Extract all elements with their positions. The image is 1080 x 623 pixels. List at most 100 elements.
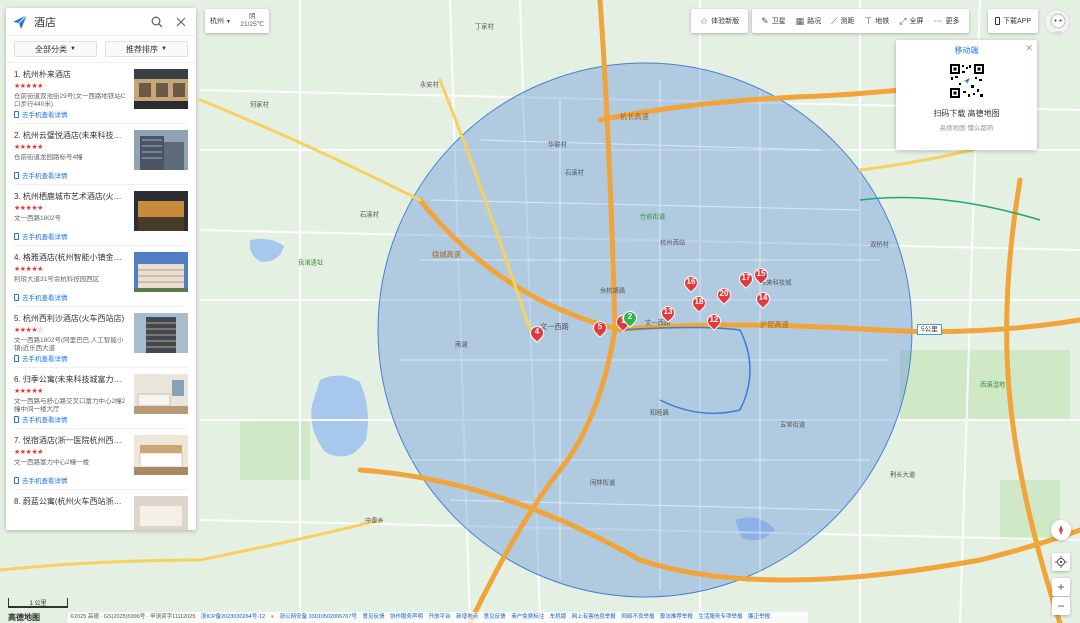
- result-title[interactable]: 6. 归季公寓(未来科技城富力中心店): [14, 374, 126, 385]
- scale-bar: 1 公里: [8, 598, 68, 608]
- mobile-detail-link[interactable]: 去手机查看详情: [14, 170, 68, 180]
- qr-code: [948, 63, 985, 99]
- footer-link[interactable]: 廉正举报: [748, 614, 770, 620]
- star-icon: ☆: [700, 15, 709, 26]
- hotel-pin[interactable]: 16: [681, 273, 701, 294]
- zoom-out-button[interactable]: −: [1052, 597, 1070, 615]
- more-button[interactable]: ⋯ 更多: [929, 9, 965, 33]
- hotel-photo[interactable]: [134, 313, 188, 353]
- hotel-photo[interactable]: [134, 69, 188, 109]
- fullscreen-button[interactable]: ⤢ 全屏: [894, 9, 928, 33]
- result-title[interactable]: 5. 杭州西利沙酒店(火车西站店): [14, 313, 126, 324]
- hotel-pin[interactable]: 12: [704, 311, 724, 332]
- hotel-pin[interactable]: 20: [714, 285, 734, 306]
- footer-link[interactable]: 浙ICP备2023030264号-12: [201, 614, 265, 620]
- measure-button[interactable]: ⟋ 测距: [826, 9, 859, 33]
- satellite-icon: ✎: [761, 15, 769, 26]
- hotel-photo[interactable]: [134, 374, 188, 414]
- mobile-detail-link[interactable]: 去手机查看详情: [14, 353, 68, 363]
- avatar[interactable]: [1044, 9, 1070, 35]
- more-label: 更多: [945, 18, 960, 25]
- mobile-detail-link[interactable]: 去手机查看详情: [14, 109, 68, 119]
- result-title[interactable]: 7. 悦宿酒店(浙一医院杭州西站店): [14, 435, 126, 446]
- sort-filter[interactable]: 推荐排序 ▼: [105, 41, 188, 57]
- mobile-detail-link[interactable]: 去手机查看详情: [14, 292, 68, 302]
- result-item[interactable]: 3. 杭州栖鹿城市艺术酒店(火车西站店) ★★★★★ 文一西路1802号 去手机…: [14, 185, 188, 246]
- hotel-pin[interactable]: 18: [689, 293, 709, 314]
- experience-new-button[interactable]: ☆ 体验新版: [695, 9, 744, 33]
- result-item[interactable]: 6. 归季公寓(未来科技城富力中心店) ★★★★★ 文一西路与舒心路交叉口富力中…: [14, 368, 188, 429]
- hotel-pin[interactable]: 13: [658, 303, 678, 324]
- result-item[interactable]: 4. 格雅酒店(杭州智能小镇金地大厦店) ★★★★★ 利琅大道31号余杭科技园西…: [14, 246, 188, 307]
- result-title[interactable]: 8. 蔚蓝公寓(杭州火车西站浙一医院店): [14, 496, 126, 507]
- search-icon: [151, 16, 163, 27]
- download-app-label: 下载APP: [1002, 18, 1031, 25]
- subway-button[interactable]: ⊤ 地铁: [859, 9, 894, 33]
- map-label: 永安村: [420, 81, 439, 89]
- footer-link[interactable]: 意见反馈: [362, 614, 384, 620]
- compass-button[interactable]: [1051, 520, 1071, 540]
- city-weather-widget[interactable]: 杭州 ▼ 阴 21/25℃: [205, 9, 269, 33]
- amap-logo-icon: [13, 14, 28, 29]
- footer-links: ©2025 高德 · GS(2025)5996号 · 甲测资字11112025 …: [68, 612, 808, 623]
- mobile-detail-link[interactable]: 去手机查看详情: [14, 231, 68, 241]
- map-label: 中泰乡: [365, 517, 384, 525]
- city-selector[interactable]: 杭州 ▼: [210, 16, 240, 26]
- footer-link[interactable]: 浙公网安备 33010502006767号: [280, 614, 357, 620]
- road-label: 文一西路: [540, 322, 569, 331]
- search-button[interactable]: [148, 13, 166, 31]
- mobile-detail-link[interactable]: 去手机查看详情: [14, 475, 68, 485]
- hotel-photo[interactable]: [134, 130, 188, 170]
- hotel-pin[interactable]: 4: [527, 323, 547, 344]
- footer-link[interactable]: 车机版: [550, 614, 567, 620]
- map-label: 丁家村: [475, 23, 494, 31]
- qr-caption: 扫码下载 高德地图: [933, 109, 1000, 118]
- hotel-photo[interactable]: [134, 496, 188, 530]
- traffic-button[interactable]: ▦ 路况: [791, 9, 827, 33]
- footer-link[interactable]: 协作服务声明: [390, 614, 423, 620]
- result-title[interactable]: 3. 杭州栖鹿城市艺术酒店(火车西站店): [14, 191, 126, 202]
- hotel-pin[interactable]: 5: [590, 318, 610, 339]
- footer-link[interactable]: 意见反馈: [484, 614, 506, 620]
- plus-icon: +: [1057, 580, 1065, 594]
- footer-link[interactable]: 网络不良举报: [621, 614, 654, 620]
- category-filter[interactable]: 全部分类 ▼: [14, 41, 97, 57]
- result-item[interactable]: 8. 蔚蓝公寓(杭州火车西站浙一医院店): [14, 490, 188, 530]
- footer-link[interactable]: 开放平台: [429, 614, 451, 620]
- hotel-photo[interactable]: [134, 191, 188, 231]
- mobile-detail-label: 去手机查看详情: [22, 173, 68, 180]
- close-icon[interactable]: ✕: [1025, 43, 1033, 54]
- hotel-photo[interactable]: [134, 435, 188, 475]
- hotel-pin[interactable]: 17: [736, 269, 756, 290]
- result-item[interactable]: 7. 悦宿酒店(浙一医院杭州西站店) ★★★★★ 文一西路富力中心2幢一楼 去手…: [14, 429, 188, 490]
- hotel-pin-selected[interactable]: 2: [620, 308, 640, 329]
- satellite-button[interactable]: ✎ 卫星: [756, 9, 791, 33]
- result-item[interactable]: 2. 杭州云璧悦酒店(未来科技城店) ★★★★★ 仓前街道龙园路标号4幢 去手机…: [14, 124, 188, 185]
- locate-button[interactable]: [1052, 553, 1070, 571]
- footer-link[interactable]: 新增地点: [456, 614, 478, 620]
- result-title[interactable]: 1. 杭州朴来酒店: [14, 69, 126, 80]
- footer-link[interactable]: 商户免费标注: [511, 614, 544, 620]
- footer-link[interactable]: 算法推荐举报: [660, 614, 693, 620]
- result-title[interactable]: 4. 格雅酒店(杭州智能小镇金地大厦店): [14, 252, 126, 263]
- road-label: 绕城高速: [432, 250, 461, 259]
- category-filter-label: 全部分类: [35, 44, 68, 54]
- zoom-in-button[interactable]: +: [1052, 578, 1070, 596]
- hotel-pin[interactable]: 15: [751, 265, 771, 286]
- search-input[interactable]: [34, 15, 142, 28]
- fullscreen-label: 全屏: [909, 18, 924, 25]
- mobile-detail-link[interactable]: 去手机查看详情: [14, 414, 68, 424]
- hotel-pin[interactable]: 14: [753, 289, 773, 310]
- footer-link[interactable]: 网上有害信息举报: [572, 614, 616, 620]
- phone-icon: [14, 293, 19, 301]
- result-address: 文一西路1802号: [14, 215, 61, 222]
- clear-search-button[interactable]: [172, 13, 190, 31]
- result-item[interactable]: 5. 杭州西利沙酒店(火车西站店) ★★★★☆ 文一西路1802号(阿里巴巴,人…: [14, 307, 188, 368]
- hotel-photo[interactable]: [134, 252, 188, 292]
- result-title[interactable]: 2. 杭州云璧悦酒店(未来科技城店): [14, 130, 126, 141]
- footer-link[interactable]: 生活服务专项举报: [698, 614, 742, 620]
- result-item[interactable]: 1. 杭州朴来酒店 ★★★★★ 仓前街道双池街29号(文一西路地铁站C口步行44…: [14, 63, 188, 124]
- download-app-button[interactable]: 下载APP: [988, 9, 1038, 33]
- map-toolbar: ☆ 体验新版 ✎ 卫星 ▦ 路况 ⟋ 测距 ⊤ 地铁 ⤢ 全屏 ⋯ 更多: [691, 9, 969, 33]
- satellite-label: 卫星: [771, 18, 786, 25]
